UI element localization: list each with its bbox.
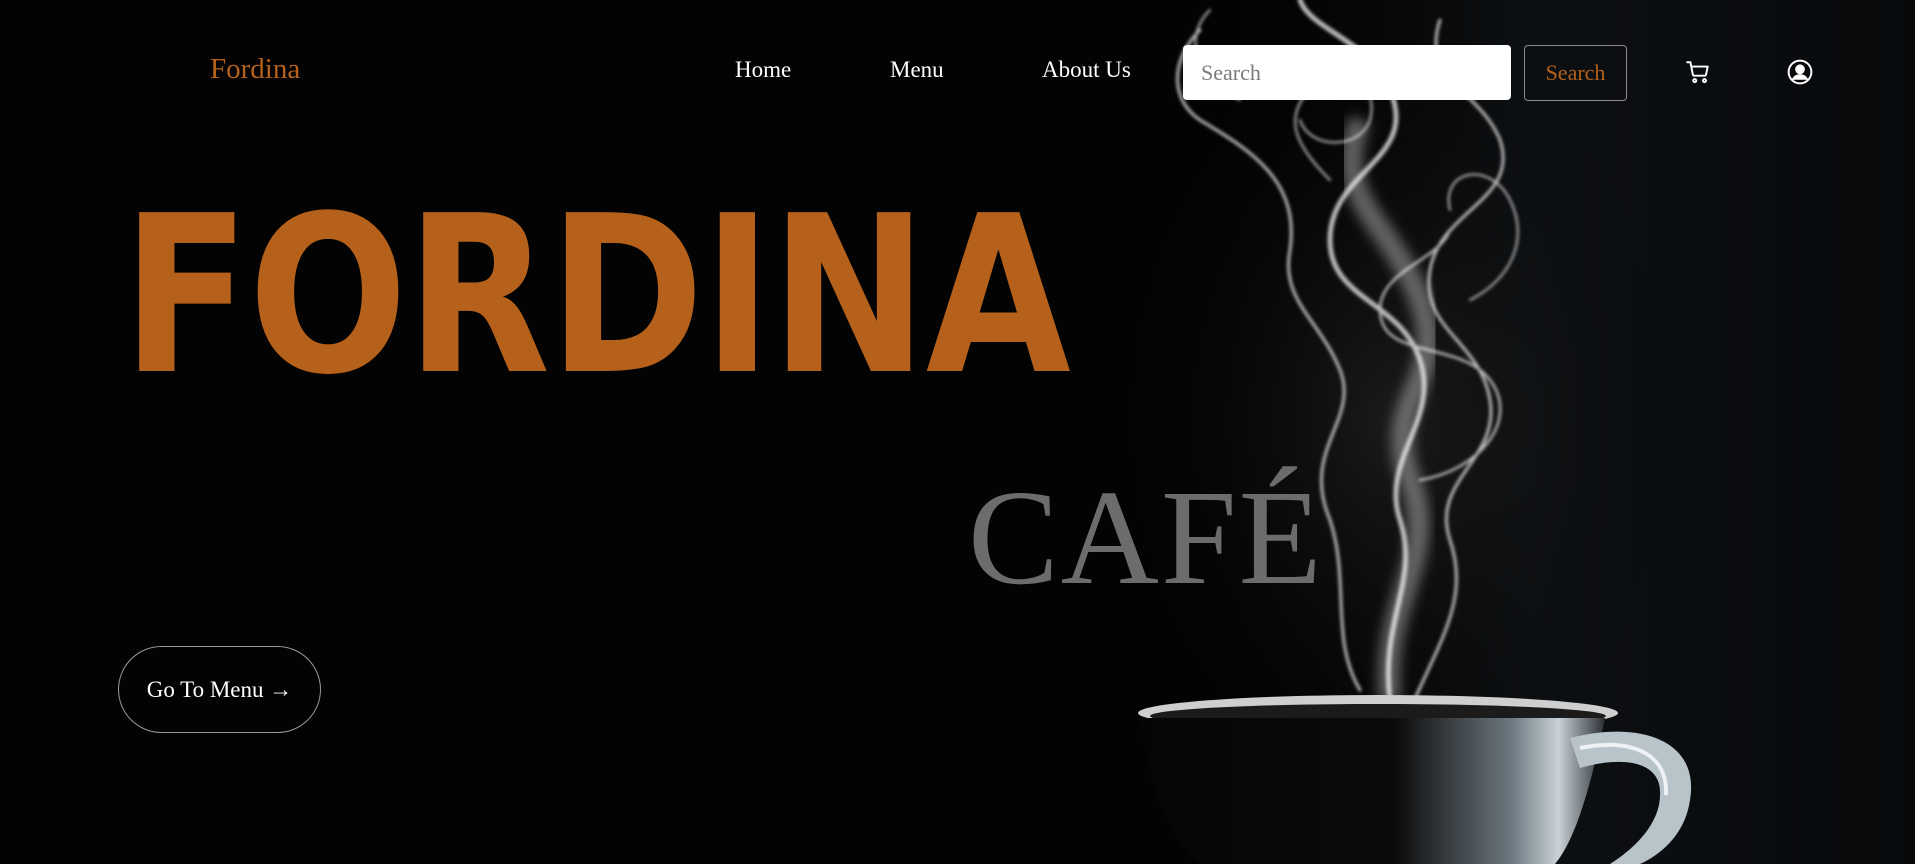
hero-title: FORDINA	[122, 170, 1071, 423]
coffee-cup-smoke-image	[1090, 0, 1915, 864]
search-input[interactable]	[1183, 45, 1511, 100]
search-button[interactable]: Search	[1524, 45, 1627, 101]
brand-logo[interactable]: Fordina	[210, 53, 300, 86]
nav-link-about-us[interactable]: About Us	[1042, 57, 1131, 83]
nav-link-menu[interactable]: Menu	[890, 57, 944, 83]
landing-page: Fordina Home Menu About Us Search FORDIN…	[0, 0, 1915, 864]
hero-subtitle: CAFÉ	[968, 463, 1324, 613]
user-circle-icon[interactable]	[1787, 59, 1813, 85]
go-to-menu-button[interactable]: Go To Menu →	[118, 646, 321, 733]
nav-link-home[interactable]: Home	[735, 57, 791, 83]
cart-icon[interactable]	[1685, 59, 1711, 85]
